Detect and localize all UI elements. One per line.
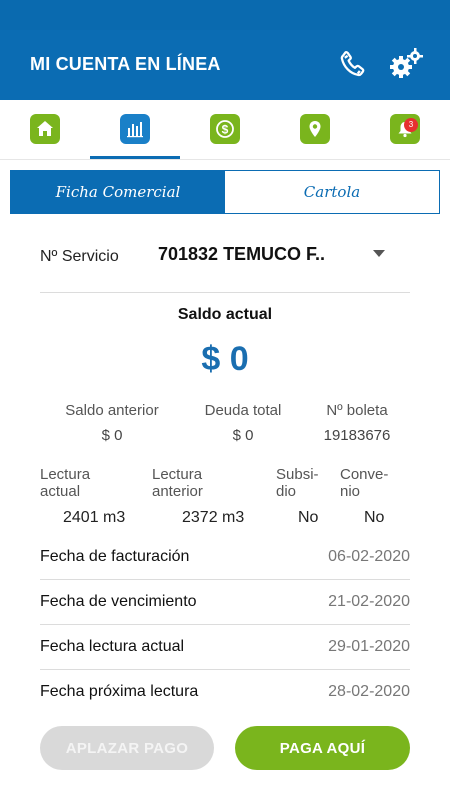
paga-aqui-button[interactable]: PAGA AQUÍ (235, 726, 410, 770)
fecha-facturacion-value: 06-02-2020 (328, 548, 410, 565)
lectura-actual-label: actual (40, 483, 81, 500)
lectura-anterior-value: 2372 m3 (182, 509, 245, 526)
lectura-actual-label: Lectura (40, 466, 91, 483)
lectura-actual-value: 2401 m3 (63, 509, 126, 526)
saldo-actual-value: $ 0 (201, 340, 249, 378)
subsidio: Subsi- dio (276, 466, 319, 500)
subsidio-value: No (298, 509, 319, 526)
fecha-vencimiento-value: 21-02-2020 (328, 593, 410, 610)
saldo-actual-label: Saldo actual (177, 306, 273, 323)
dollar-icon[interactable]: $ (210, 114, 240, 144)
fecha-proxima-lectura-value: 28-02-2020 (328, 683, 410, 700)
gears-icon[interactable] (386, 46, 426, 82)
bar-chart-icon[interactable] (120, 114, 150, 144)
subsidio-label: Subsi- (276, 466, 319, 483)
app-title: MI CUENTA EN LÍNEA (30, 54, 221, 74)
lectura-anterior-label: Lectura (152, 466, 203, 483)
fecha-lectura-actual-label: Fecha lectura actual (40, 638, 185, 655)
fecha-lectura-actual-value: 29-01-2020 (328, 638, 410, 655)
active-tab-indicator (90, 156, 180, 159)
svg-text:$: $ (222, 123, 229, 137)
date-row: Fecha próxima lectura 28-02-2020 (40, 671, 410, 715)
saldo-anterior: Saldo anterior $ 0 (50, 402, 174, 444)
tab-switcher: Ficha Comercial Cartola (10, 170, 440, 214)
convenio: Conve- nio (340, 466, 388, 500)
lectura-anterior-label: anterior (152, 483, 203, 500)
phone-icon[interactable] (336, 48, 370, 82)
aplazar-pago-button[interactable]: APLAZAR PAGO (40, 726, 214, 770)
service-select[interactable]: 701832 TEMUCO F.. (158, 244, 325, 265)
tab-ficha-comercial[interactable]: Ficha Comercial (11, 171, 225, 213)
notification-badge: 3 (404, 118, 418, 132)
status-bar (0, 0, 450, 30)
lectura-anterior: Lectura anterior (152, 466, 203, 500)
app-bar: MI CUENTA EN LÍNEA (0, 30, 450, 100)
date-row: Fecha de facturación 06-02-2020 (40, 536, 410, 580)
lectura-actual: Lectura actual (40, 466, 90, 500)
date-row: Fecha lectura actual 29-01-2020 (40, 626, 410, 670)
deuda-total-value: $ 0 (232, 427, 254, 444)
fecha-proxima-lectura-label: Fecha próxima lectura (40, 683, 199, 700)
deuda-total-label: Deuda total (204, 402, 282, 419)
convenio-label: nio (340, 483, 361, 500)
boleta-value: 19183676 (323, 427, 391, 444)
saldo-anterior-value: $ 0 (101, 427, 123, 444)
tab-cartola[interactable]: Cartola (225, 171, 439, 213)
chevron-down-icon[interactable] (373, 250, 385, 257)
fecha-vencimiento-label: Fecha de vencimiento (40, 593, 197, 610)
saldo-anterior-label: Saldo anterior (65, 402, 159, 419)
subsidio-label: dio (276, 483, 297, 500)
map-pin-icon[interactable] (300, 114, 330, 144)
boleta-label: Nº boleta (326, 402, 388, 419)
divider (40, 292, 410, 293)
convenio-value: No (364, 509, 385, 526)
service-label: Nº Servicio (40, 248, 119, 265)
fecha-facturacion-label: Fecha de facturación (40, 548, 190, 565)
convenio-label: Conve- (340, 466, 389, 483)
date-row: Fecha de vencimiento 21-02-2020 (40, 581, 410, 625)
numero-boleta: Nº boleta 19183676 (312, 402, 402, 444)
deuda-total: Deuda total $ 0 (190, 402, 296, 444)
home-icon[interactable] (30, 114, 60, 144)
bottom-nav: $ (0, 100, 450, 160)
